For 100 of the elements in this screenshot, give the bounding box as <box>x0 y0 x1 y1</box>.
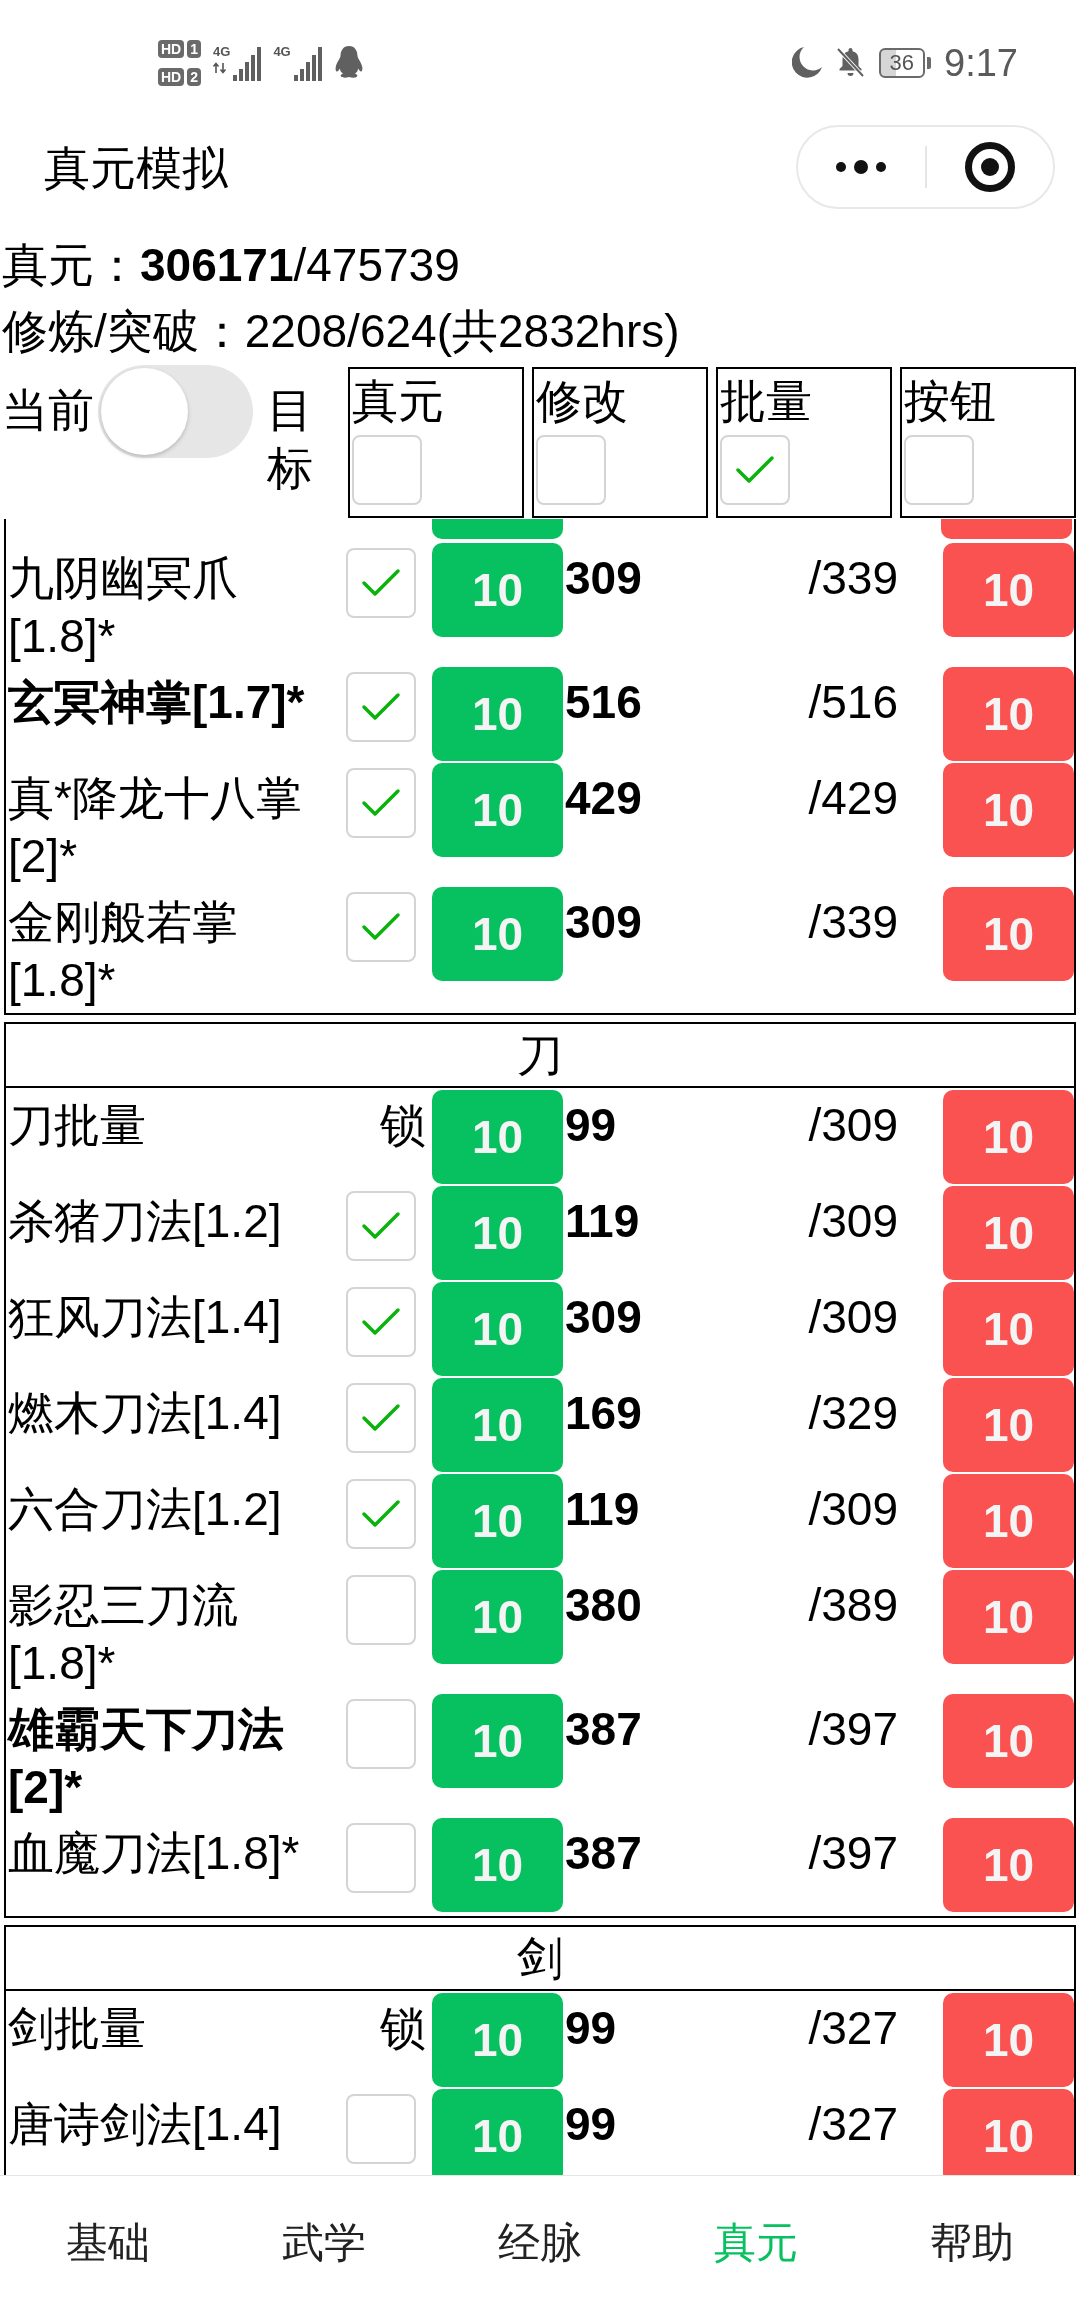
skill-max: /397 <box>808 1827 898 1879</box>
skill-name: 唐诗剑法[1.4] <box>8 2098 282 2150</box>
checkbox[interactable] <box>536 435 606 505</box>
skill-value: 309 <box>565 552 642 604</box>
checkbox[interactable] <box>346 892 416 962</box>
checkbox[interactable] <box>346 1823 416 1893</box>
checkmark-icon <box>361 1499 401 1529</box>
section-header: 刀 <box>6 1024 1074 1088</box>
sim-slot-number: 2 <box>187 67 202 86</box>
decrease-button[interactable]: 10 <box>943 1186 1074 1280</box>
checkbox[interactable] <box>346 672 416 742</box>
decrease-button[interactable]: 10 <box>943 1570 1074 1664</box>
checkmark-icon <box>735 455 775 485</box>
mode-label: 当前 <box>2 383 94 438</box>
decrease-button[interactable]: 10 <box>943 763 1074 857</box>
increase-button[interactable]: 10 <box>432 1570 563 1664</box>
option-label: 修改 <box>536 375 628 427</box>
skill-name: 金刚般若掌[1.8]* <box>8 896 238 1006</box>
skill-max: /327 <box>808 2098 898 2150</box>
checkbox[interactable] <box>346 1699 416 1769</box>
stat-line: 修炼/突破：2208/624(共2832hrs) <box>2 305 680 357</box>
checkbox[interactable] <box>346 2094 416 2164</box>
increase-button[interactable]: 10 <box>432 763 563 857</box>
increase-button[interactable]: 10 <box>432 667 563 761</box>
increase-button[interactable]: 10 <box>432 1694 563 1788</box>
skill-value: 119 <box>565 1195 640 1247</box>
checkmark-icon <box>361 1307 401 1337</box>
checkbox[interactable] <box>904 435 974 505</box>
checkbox[interactable] <box>720 435 790 505</box>
decrease-button[interactable]: 10 <box>943 1474 1074 1568</box>
increase-button[interactable]: 10 <box>432 1818 563 1912</box>
checkbox[interactable] <box>346 768 416 838</box>
sim-slot-number: 1 <box>187 39 202 58</box>
battery-indicator: 36 <box>878 47 932 78</box>
clock-time: 9:17 <box>944 43 1018 82</box>
sim-badge: HD <box>158 67 185 86</box>
checkbox[interactable] <box>346 1479 416 1549</box>
decrease-button[interactable]: 10 <box>943 1378 1074 1472</box>
skill-value: 119 <box>565 1483 640 1535</box>
decrease-button[interactable]: 10 <box>943 667 1074 761</box>
section-header: 剑 <box>6 1927 1074 1991</box>
skill-max: /327 <box>808 2002 898 2054</box>
checkbox[interactable] <box>346 1575 416 1645</box>
increase-button[interactable]: 10 <box>432 1282 563 1376</box>
skill-name: 影忍三刀流[1.8]* <box>8 1579 238 1689</box>
increase-button[interactable]: 10 <box>432 1474 563 1568</box>
decrease-button[interactable]: 10 <box>943 887 1074 981</box>
decrease-button[interactable]: 10 <box>943 1818 1074 1912</box>
increase-button[interactable]: 10 <box>432 1186 563 1280</box>
decrease-button[interactable]: 10 <box>943 1993 1074 2087</box>
skill-name: 狂风刀法[1.4] <box>8 1291 282 1343</box>
decrease-button[interactable]: 10 <box>943 543 1074 637</box>
option-label: 真元 <box>352 375 444 427</box>
increase-button[interactable]: 10 <box>432 543 563 637</box>
decrease-button[interactable]: 10 <box>943 1090 1074 1184</box>
skill-max: /389 <box>808 1579 898 1631</box>
decrease-button[interactable]: 10 <box>943 2089 1074 2175</box>
increase-button[interactable]: 10 <box>432 1378 563 1472</box>
checkbox[interactable] <box>346 548 416 618</box>
skill-value: 429 <box>565 772 642 824</box>
nav-tab[interactable]: 经脉 <box>498 2218 582 2268</box>
skill-name: 九阴幽冥爪[1.8]* <box>8 552 238 662</box>
skill-max: /397 <box>808 1703 898 1755</box>
skill-max: /339 <box>808 552 898 604</box>
skill-max: /309 <box>808 1291 898 1343</box>
checkmark-icon <box>361 692 401 722</box>
checkbox[interactable] <box>346 1191 416 1261</box>
nav-tab[interactable]: 武学 <box>282 2218 366 2268</box>
increase-button[interactable]: 10 <box>432 1993 563 2087</box>
bell-off-icon <box>834 46 866 79</box>
sim-badge: HD <box>158 39 185 58</box>
skill-value: 309 <box>565 1291 642 1343</box>
increase-button[interactable]: 10 <box>432 1090 563 1184</box>
increase-button[interactable]: 10 <box>432 2089 563 2175</box>
skill-name: 玄冥神掌[1.7]* <box>8 676 305 728</box>
decrease-button[interactable]: 10 <box>943 1694 1074 1788</box>
lock-label: 锁 <box>380 1098 426 1153</box>
skill-value: 169 <box>565 1387 642 1439</box>
network-type: 4G <box>213 44 231 59</box>
decrease-button[interactable]: 10 <box>943 1282 1074 1376</box>
checkmark-icon <box>361 788 401 818</box>
nav-tab[interactable]: 帮助 <box>930 2218 1014 2268</box>
skill-max: /309 <box>808 1195 898 1247</box>
checkbox[interactable] <box>346 1383 416 1453</box>
checkmark-icon <box>361 568 401 598</box>
network-type: 4G <box>273 44 291 59</box>
checkbox[interactable] <box>352 435 422 505</box>
nav-tab[interactable]: 基础 <box>66 2218 150 2268</box>
skill-value: 309 <box>565 896 642 948</box>
skill-value: 380 <box>565 1579 642 1631</box>
increase-button[interactable]: 10 <box>432 887 563 981</box>
skill-max: /329 <box>808 1387 898 1439</box>
circle-dot-icon[interactable] <box>964 142 1015 192</box>
signal-icon <box>293 46 322 81</box>
more-icon[interactable] <box>836 160 887 174</box>
skill-value: 99 <box>565 2002 617 2054</box>
skill-max: /429 <box>808 772 898 824</box>
checkmark-icon <box>361 912 401 942</box>
nav-tab[interactable]: 真元 <box>714 2218 798 2268</box>
checkbox[interactable] <box>346 1287 416 1357</box>
